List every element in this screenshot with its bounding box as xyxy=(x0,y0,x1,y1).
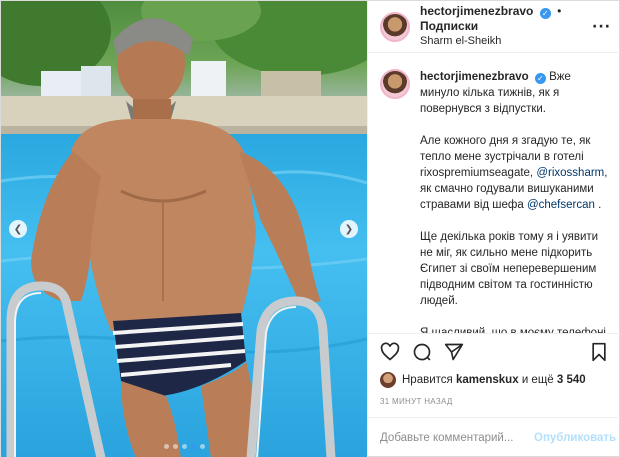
publish-button[interactable]: Опубликовать xyxy=(534,432,616,444)
carousel-dot-active xyxy=(190,444,196,449)
carousel-dot xyxy=(163,444,169,449)
instagram-post: ❮ ❯ hectorjimenezbravo ✓ • Подписки Shar… xyxy=(0,0,620,457)
verified-badge-icon: ✓ xyxy=(539,8,551,19)
carousel-dot xyxy=(181,444,187,449)
heart-icon[interactable] xyxy=(380,342,400,362)
caption-p2c: . xyxy=(598,199,602,211)
post-header: hectorjimenezbravo ✓ • Подписки Sharm el… xyxy=(368,1,620,53)
following-button[interactable]: Подписки xyxy=(420,19,478,33)
avatar[interactable] xyxy=(380,11,410,42)
header-text: hectorjimenezbravo ✓ • Подписки Sharm el… xyxy=(420,4,586,49)
carousel-dot xyxy=(172,444,178,449)
caption-p4: Я щасливий, що в моєму телефоні залишила… xyxy=(420,327,606,333)
liker-avatar[interactable] xyxy=(380,372,396,388)
mention-link[interactable]: @chefsercan xyxy=(527,199,595,211)
location-link[interactable]: Sharm el-Sheikh xyxy=(420,34,586,49)
more-horizontal-icon[interactable]: ··· xyxy=(592,19,611,35)
likes-prefix: Нравится xyxy=(402,374,453,386)
caption-p3: Ще декілька років тому я і уявити не міг… xyxy=(420,231,599,307)
likes-count[interactable]: 3 540 xyxy=(557,374,586,386)
photo-illustration xyxy=(1,1,367,457)
verified-badge-icon: ✓ xyxy=(534,73,546,84)
liker-username[interactable]: kamenskux xyxy=(456,374,519,386)
username-link[interactable]: hectorjimenezbravo xyxy=(420,4,533,18)
likes-middle: и ещё xyxy=(521,374,554,386)
carousel-dot xyxy=(199,444,205,449)
chevron-right-icon[interactable]: ❯ xyxy=(340,220,358,238)
comment-icon[interactable] xyxy=(412,342,432,362)
chevron-left-icon[interactable]: ❮ xyxy=(9,220,27,238)
comment-input[interactable] xyxy=(380,432,534,444)
comment-form: Опубликовать xyxy=(368,417,620,457)
mention-link[interactable]: @rixossharm xyxy=(536,167,604,179)
separator: • xyxy=(557,4,562,18)
bookmark-icon[interactable] xyxy=(589,342,609,362)
post-photo[interactable]: ❮ ❯ xyxy=(1,1,367,457)
caption-area: hectorjimenezbravo ✓ Вже минуло кілька т… xyxy=(368,53,620,333)
post-timestamp[interactable]: 31 МИНУТ НАЗАД xyxy=(368,391,620,417)
caption-username[interactable]: hectorjimenezbravo xyxy=(420,71,529,83)
carousel-dots xyxy=(1,444,367,449)
share-icon[interactable] xyxy=(444,342,464,362)
caption-avatar[interactable] xyxy=(380,69,410,99)
post-sidebar: hectorjimenezbravo ✓ • Подписки Sharm el… xyxy=(367,1,620,457)
likes-summary: Нравится kamenskux и ещё 3 540 xyxy=(368,369,620,391)
action-bar xyxy=(368,333,620,369)
caption-text: hectorjimenezbravo ✓ Вже минуло кілька т… xyxy=(420,69,611,333)
